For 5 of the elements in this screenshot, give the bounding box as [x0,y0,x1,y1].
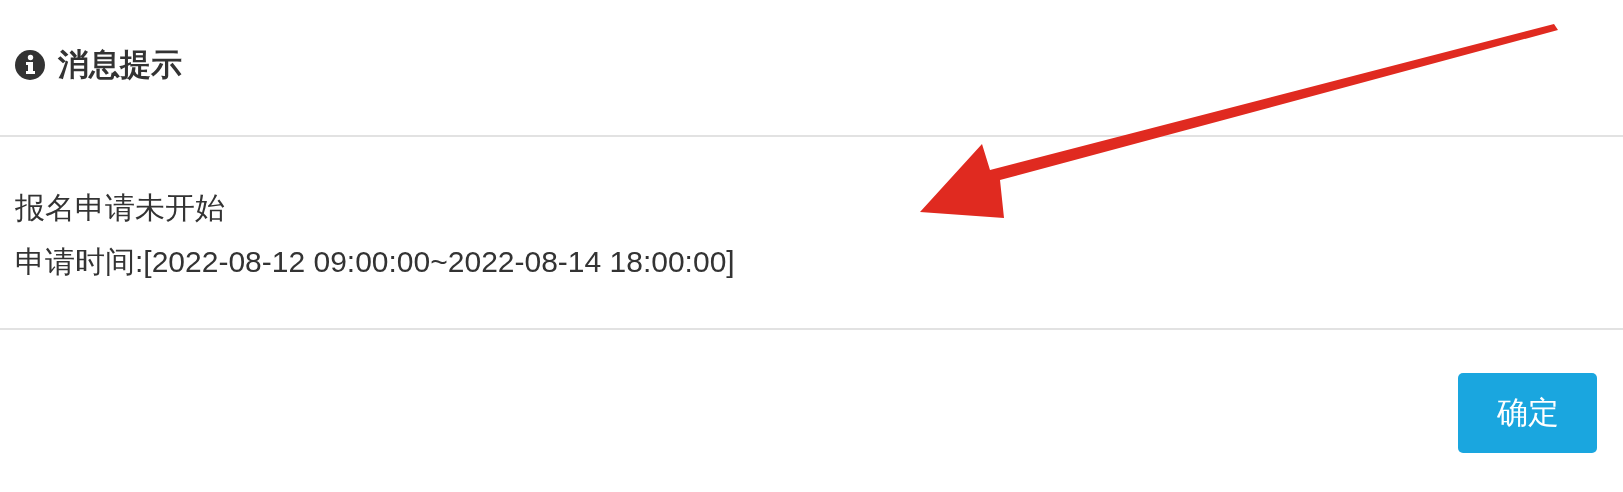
message-text: 申请时间:[2022-08-12 09:00:00~2022-08-14 18:00:00] [15,244,736,280]
info-icon [14,48,46,81]
message-text: 报名申请未开始 [15,190,226,226]
dialog-title: 消息提示 [58,44,182,84]
confirm-button[interactable]: 确定 [1458,373,1597,453]
